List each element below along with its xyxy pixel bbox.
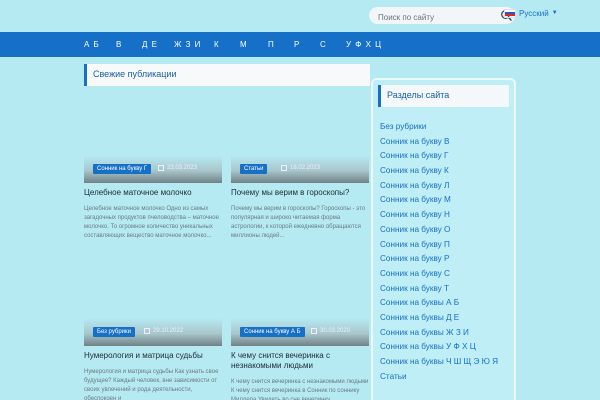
category-link[interactable]: Сонник на букву Г <box>380 151 498 166</box>
category-list: Без рубрики Сонник на букву В Сонник на … <box>380 122 498 386</box>
calendar-icon <box>144 328 150 334</box>
search-input[interactable] <box>369 9 487 26</box>
caret-down-icon: ▼ <box>551 10 558 16</box>
russia-flag-icon <box>504 8 516 18</box>
nav-item-a-b[interactable]: А Б <box>84 32 100 57</box>
post-title[interactable]: Целебное маточное молочко <box>84 188 224 198</box>
category-link[interactable]: Сонник на букву Л <box>380 181 498 196</box>
nav-item-r[interactable]: Р <box>294 32 300 57</box>
category-badge[interactable]: Сонник на букву А Б <box>240 327 305 337</box>
nav-item-p[interactable]: П <box>268 32 275 57</box>
section-header: Свежие публикации <box>84 64 370 86</box>
nav-item-k[interactable]: К <box>214 32 220 57</box>
calendar-icon <box>158 165 164 171</box>
category-link[interactable]: Сонник на букву В <box>380 137 498 152</box>
post-title[interactable]: Нумерология и матрица судьбы <box>84 351 224 361</box>
category-link[interactable]: Сонник на букву О <box>380 225 498 240</box>
category-link[interactable]: Сонник на буквы Ж З И <box>380 328 498 343</box>
category-link[interactable]: Сонник на буквы Д Е <box>380 313 498 328</box>
category-link[interactable]: Сонник на букву М <box>380 195 498 210</box>
search-box <box>369 7 515 26</box>
language-switcher[interactable]: Русский ▼ <box>504 7 558 19</box>
post-excerpt: Почему мы верим в гороскопы? Гороскопы -… <box>231 206 366 239</box>
category-link[interactable]: Сонник на букву П <box>380 240 498 255</box>
language-label: Русский <box>519 8 549 18</box>
category-badge[interactable]: Статьи <box>240 164 268 174</box>
post-excerpt: Нумерология и матрица судьбы Как узнать … <box>84 369 219 400</box>
sidebar-title: Разделы сайта <box>387 90 450 100</box>
category-link[interactable]: Статьи <box>380 372 498 387</box>
category-link[interactable]: Сонник на букву Т <box>380 284 498 299</box>
category-link[interactable]: Сонник на букву Н <box>380 210 498 225</box>
category-link[interactable]: Сонник на буквы А Б <box>380 298 498 313</box>
category-link[interactable]: Сонник на буквы Ч Ш Щ Э Ю Я <box>380 357 498 372</box>
section-title: Свежие публикации <box>93 69 177 79</box>
top-bar: Русский ▼ <box>0 0 600 32</box>
nav-item-m[interactable]: М <box>240 32 248 57</box>
post-title[interactable]: Почему мы верим в гороскопы? <box>231 188 371 198</box>
category-badge[interactable]: Сонник на букву Г <box>93 164 152 174</box>
nav-item-d-e[interactable]: Д Е <box>142 32 158 57</box>
post-title[interactable]: К чему снится вечеринка с незнакомыми лю… <box>231 351 371 371</box>
post-date: 23.03.2023 <box>158 165 197 171</box>
alphabet-nav: А Б В Д Е Ж З И К М П Р С У Ф Х Ц <box>0 32 600 57</box>
category-link[interactable]: Сонник на букву К <box>380 166 498 181</box>
nav-item-v[interactable]: В <box>116 32 122 57</box>
post-excerpt: К чему снится вечеринка с незнакомыми лю… <box>231 379 369 400</box>
category-link[interactable]: Без рубрики <box>380 122 498 137</box>
calendar-icon <box>311 328 317 334</box>
nav-item-u-f-h-c[interactable]: У Ф Х Ц <box>346 32 382 57</box>
category-link[interactable]: Сонник на буквы У Ф Х Ц <box>380 342 498 357</box>
sidebar: Разделы сайта Без рубрики Сонник на букв… <box>371 78 516 400</box>
sidebar-header: Разделы сайта <box>378 85 509 107</box>
category-link[interactable]: Сонник на букву С <box>380 269 498 284</box>
category-link[interactable]: Сонник на букву Р <box>380 254 498 269</box>
category-badge[interactable]: Без рубрики <box>93 327 135 337</box>
post-date: 30.03.2020 <box>311 328 350 334</box>
calendar-icon <box>281 165 287 171</box>
post-excerpt: Целебное маточное молочко Одно из самых … <box>84 206 219 239</box>
nav-item-s[interactable]: С <box>320 32 327 57</box>
post-date: 29.10.2022 <box>144 328 183 334</box>
post-date: 18.02.2023 <box>281 165 320 171</box>
nav-item-zh-z-i[interactable]: Ж З И <box>174 32 201 57</box>
